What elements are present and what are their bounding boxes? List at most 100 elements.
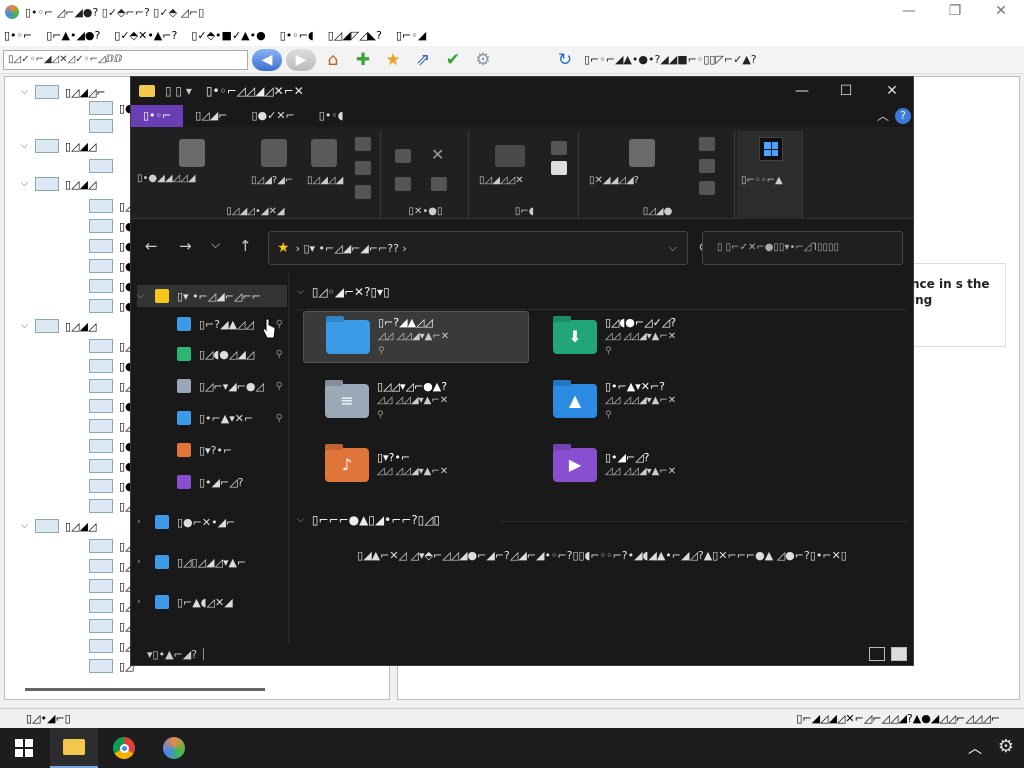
ribbon-group-select[interactable]: ▯⌐◦◦⌐▲: [737, 131, 803, 219]
settings-gear-icon[interactable]: ⚙: [998, 736, 1014, 757]
expand-icon[interactable]: ⌵: [21, 87, 31, 97]
sidebar-item[interactable]: ▯•⌐▲▾✕⌐ ⚲: [159, 407, 287, 429]
bg-tree-item[interactable]: ⌵ ▯◿◢◿: [21, 517, 96, 535]
expand-icon[interactable]: ⌵: [21, 179, 31, 189]
bg-tree-item[interactable]: ▯●: [75, 397, 135, 415]
address-bar[interactable]: ★ › ▯▾ •⌐◿◢⌐◢⌐⌐?? › ⌵ ⟳: [268, 231, 711, 265]
expand-icon[interactable]: ⌵: [21, 521, 31, 531]
search-input[interactable]: ▯ ▯⌐✓✕⌐●▯▯▾•⌐◿⅂▯▯▯▯: [702, 231, 903, 265]
quick-access-tile[interactable]: ≡ ▯◿◿▾◿⌐●▲? ◿◿ ◿◿◢▾▲⌐✕ ⚲: [303, 375, 529, 427]
tab-file[interactable]: ▯•◦⌐: [131, 105, 184, 127]
pin-icon[interactable]: [179, 139, 205, 167]
bg-tree-item[interactable]: ▯◿: [75, 537, 134, 555]
help-button[interactable]: ?: [895, 108, 911, 124]
bg-tree-item[interactable]: ▯◿: [75, 337, 134, 355]
bg-tree-item[interactable]: ▯◿: [75, 597, 134, 615]
sidebar-item[interactable]: ▯◿◖●◿◢◿ ⚲: [159, 343, 287, 365]
large-icons-view-icon[interactable]: [891, 647, 907, 661]
forward-arrow-icon[interactable]: →: [179, 237, 192, 255]
bg-tree-item[interactable]: ▯◿: [75, 197, 134, 215]
bg-menu-file[interactable]: ▯•◦⌐: [4, 29, 32, 42]
bg-tree-scrollbar[interactable]: [25, 688, 265, 691]
taskbar-app[interactable]: [150, 728, 198, 768]
tab-share[interactable]: ▯●✓✕⌐: [239, 105, 306, 127]
bg-tree-item[interactable]: ▯◿: [75, 637, 134, 655]
bg-menu-settings[interactable]: ▯◿◢◸◿◣?: [328, 29, 382, 42]
recent-locations-icon[interactable]: ⌵: [211, 237, 220, 252]
tab-home[interactable]: ▯◿◢⌐: [183, 105, 239, 127]
history-icon[interactable]: [699, 181, 715, 195]
bg-tree-item[interactable]: ▯●: [75, 217, 135, 235]
cut-icon[interactable]: [355, 137, 371, 151]
bg-tree-item[interactable]: ▯●: [75, 99, 135, 117]
bg-tree-item[interactable]: ▯◿: [75, 417, 134, 435]
bg-gear-icon[interactable]: ⚙: [470, 49, 496, 71]
bg-tree-item[interactable]: [75, 157, 119, 175]
copy-to-icon[interactable]: [395, 177, 411, 191]
details-view-icon[interactable]: [869, 647, 885, 661]
open-icon[interactable]: [699, 137, 715, 151]
bg-address-field[interactable]: ▯◿✓◦⌐◢◿✕◿✓◦⌐◿ⅅⅅ: [3, 49, 248, 70]
copy-icon[interactable]: [261, 139, 287, 167]
bg-minimize-button[interactable]: —: [886, 0, 932, 24]
explorer-maximize-button[interactable]: ☐: [823, 77, 869, 105]
bg-tree-item[interactable]: ▯●: [75, 257, 135, 275]
bg-tree-item[interactable]: ▯◿: [75, 577, 134, 595]
bg-menu-view[interactable]: ▯✓⬘✕•▲⌐?: [114, 29, 177, 42]
back-arrow-icon[interactable]: ←: [145, 237, 158, 255]
bg-tree-item[interactable]: ▯●: [75, 357, 135, 375]
bg-tree-item[interactable]: ▯◿: [75, 617, 134, 635]
quick-access-tile[interactable]: ▯⌐?◢▲◿◿ ◿◿ ◿◿◢▾▲⌐✕ ⚲: [303, 311, 529, 363]
bg-tree-item[interactable]: ▯●: [75, 237, 135, 255]
bg-tree-item[interactable]: ⌵ ▯◿◢◿: [21, 137, 96, 155]
expand-chevron-icon[interactable]: ⌵: [137, 291, 149, 301]
bg-link-button[interactable]: ⇗: [410, 49, 436, 71]
quick-access-tile[interactable]: ⬇ ▯◿◖●⌐◿✓◿? ◿◿ ◿◿◢▾▲⌐✕ ⚲: [531, 311, 757, 363]
bg-tree-item[interactable]: ▯●: [75, 437, 135, 455]
section-header-recent[interactable]: ⌵ ▯⌐⌐⌐●▲▯◢•⌐⌐?▯◿▯: [297, 513, 440, 527]
expand-chevron-icon[interactable]: ›: [137, 597, 149, 607]
bg-refresh-button[interactable]: ↻: [552, 49, 578, 71]
explorer-close-button[interactable]: ✕: [869, 77, 913, 105]
bg-forward-button[interactable]: ▶: [286, 48, 316, 71]
edit-icon[interactable]: [699, 159, 715, 173]
bg-menu-help[interactable]: ▯⌐◦◢: [396, 29, 426, 42]
bg-tree-item[interactable]: ▯●: [75, 277, 135, 295]
bg-close-button[interactable]: ✕: [978, 0, 1024, 24]
quick-access-tile[interactable]: ▶ ▯•◢⌐◿? ◿◿ ◿◿◢▾▲⌐✕: [531, 439, 757, 491]
bg-favorites-button[interactable]: ★: [380, 49, 406, 71]
move-to-icon[interactable]: [395, 149, 411, 163]
sidebar-item[interactable]: ▯◿⌐▾◢⌐●◿ ⚲: [159, 375, 287, 397]
bg-tree-item[interactable]: ⌵ ▯◿◢◿: [21, 317, 96, 335]
taskbar-file-explorer[interactable]: [50, 728, 98, 768]
quick-access-toolbar[interactable]: ▯ ▯ ▾: [165, 84, 192, 98]
sidebar-item[interactable]: ▯▾?•⌐: [159, 439, 287, 461]
bg-back-button[interactable]: ◀: [252, 48, 282, 71]
collapse-ribbon-icon[interactable]: ︿: [877, 107, 889, 124]
bg-tree-item[interactable]: ▯●: [75, 477, 135, 495]
bg-tree-item[interactable]: ▯◿: [75, 497, 134, 515]
bg-tree-item[interactable]: ▯●: [75, 297, 135, 315]
bg-tree-item[interactable]: ▯◿: [75, 557, 134, 575]
delete-icon[interactable]: ✕: [431, 145, 444, 164]
expand-chevron-icon[interactable]: ›: [137, 517, 149, 527]
bg-tree-item[interactable]: ▯◿: [75, 657, 134, 675]
bg-menu-tools[interactable]: ▯✓⬘•■✓▲•●: [191, 29, 265, 42]
expand-icon[interactable]: ⌵: [21, 321, 31, 331]
bg-tree-item[interactable]: ▯◿: [75, 377, 134, 395]
sidebar-item[interactable]: › ▯◿▯◿◢◿▾▲⌐: [137, 551, 287, 573]
bg-tree-item[interactable]: ▯●: [75, 457, 135, 475]
explorer-minimize-button[interactable]: —: [779, 77, 825, 105]
bg-menu-window[interactable]: ▯•◦⌐◖: [280, 29, 314, 42]
sidebar-item[interactable]: ⌵ ▯▾ •⌐◿◢⌐◿⌐⌐: [137, 285, 287, 307]
tray-chevron-icon[interactable]: ︿: [968, 738, 982, 758]
new-item-icon[interactable]: [551, 141, 567, 155]
bg-tree-item[interactable]: [75, 117, 119, 135]
chevron-down-icon[interactable]: ⌵: [669, 241, 677, 255]
rename-icon[interactable]: [431, 177, 447, 191]
new-folder-icon[interactable]: [495, 145, 525, 167]
quick-access-tile[interactable]: ♪ ▯▾?•⌐ ◿◿ ◿◿◢▾▲⌐✕: [303, 439, 529, 491]
sidebar-item[interactable]: ▯•◢⌐◿?: [159, 471, 287, 493]
bg-tree-item[interactable]: ⌵ ▯◿◢◿: [21, 175, 96, 193]
section-header-folders[interactable]: ⌵ ▯◿◦◢⌐✕?▯▾▯: [297, 285, 390, 299]
